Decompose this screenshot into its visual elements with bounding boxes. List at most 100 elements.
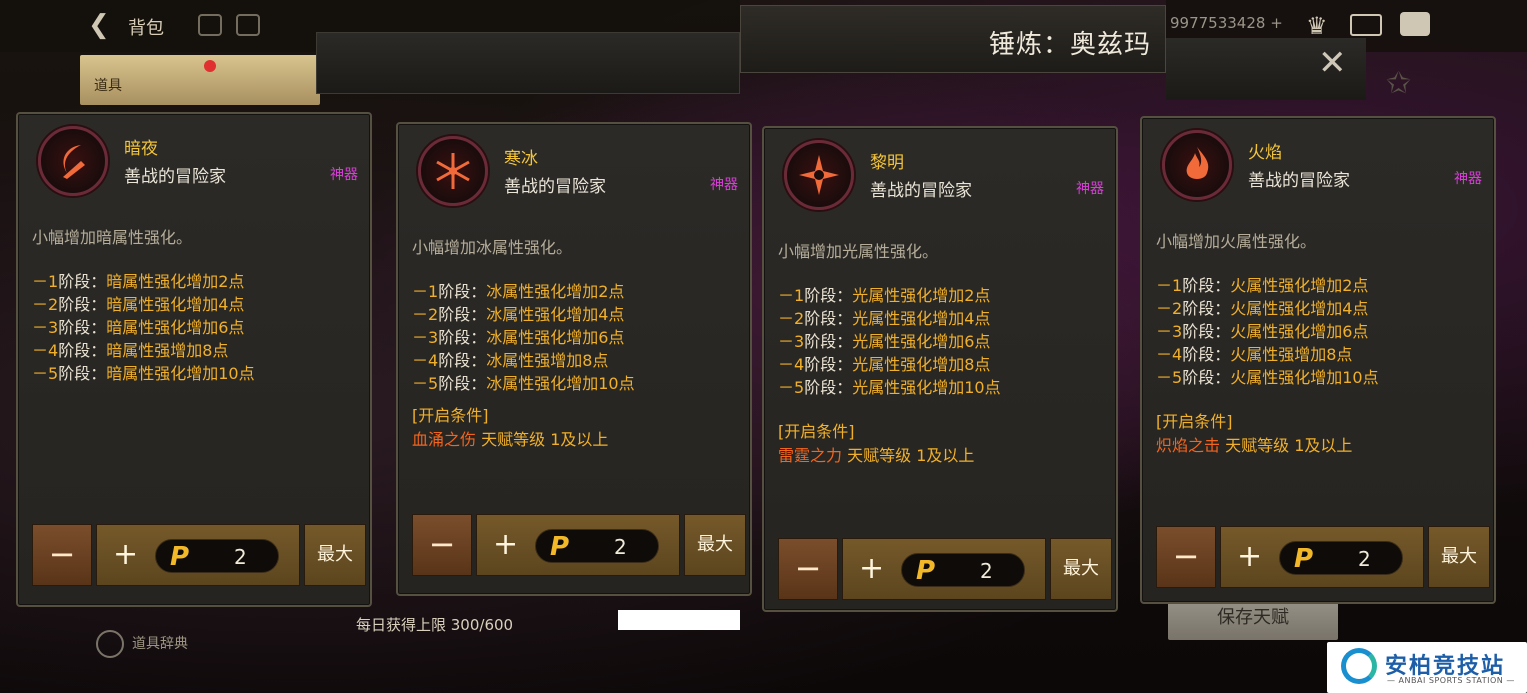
- stage-item: －4阶段：光属性强化增加8点: [778, 355, 991, 374]
- plus-label: +: [493, 527, 519, 562]
- close-icon[interactable]: ✕: [1318, 46, 1347, 80]
- minus-button[interactable]: −: [778, 538, 838, 600]
- plus-label: +: [859, 551, 885, 586]
- points-pill: P2: [155, 539, 279, 573]
- card-subtitle: 善战的冒险家: [504, 177, 606, 197]
- max-button[interactable]: 最大: [304, 524, 366, 586]
- minus-button[interactable]: −: [412, 514, 472, 576]
- card-description: 小幅增加火属性强化。: [1156, 232, 1317, 251]
- points-value: 2: [1358, 547, 1371, 571]
- card-subtitle: 善战的冒险家: [870, 181, 972, 201]
- card-name: 暗夜: [124, 139, 158, 159]
- dictionary-icon: [96, 630, 124, 658]
- plus-label: +: [113, 537, 139, 572]
- artifact-tag: 神器: [710, 177, 738, 193]
- stage-item: －3阶段：冰属性强化增加6点: [412, 328, 625, 347]
- mail-icon[interactable]: [1350, 14, 1382, 36]
- stage-item: －5阶段：冰属性强化增加10点: [412, 374, 635, 393]
- talent-card-light: 黎明 善战的冒险家 神器 小幅增加光属性强化。 －1阶段：光属性强化增加2点 －…: [762, 126, 1118, 612]
- point-controls: − + P2 最大: [412, 514, 748, 576]
- max-button[interactable]: 最大: [684, 514, 746, 576]
- watermark: 安柏竞技站 — ANBAI SPORTS STATION —: [1327, 642, 1527, 693]
- plus-label: +: [1237, 539, 1263, 574]
- card-name: 黎明: [870, 153, 904, 173]
- tab-items-label: 道具: [94, 78, 122, 94]
- card-subtitle: 善战的冒险家: [1248, 171, 1350, 191]
- stage-item: －2阶段：冰属性强化增加4点: [412, 305, 625, 324]
- stage-item: －1阶段：暗属性强化增加2点: [32, 272, 245, 291]
- stage-item: －1阶段：火属性强化增加2点: [1156, 276, 1369, 295]
- stage-item: －2阶段：光属性强化增加4点: [778, 309, 991, 328]
- points-pill: P2: [901, 553, 1025, 587]
- stage-item: －4阶段：暗属性强增加8点: [32, 341, 229, 360]
- p-icon: P: [916, 556, 936, 586]
- stage-item: －1阶段：光属性强化增加2点: [778, 286, 991, 305]
- talent-card-dark: 暗夜 善战的冒险家 神器 小幅增加暗属性强化。 －1阶段：暗属性强化增加2点 －…: [16, 112, 372, 607]
- card-description: 小幅增加暗属性强化。: [32, 228, 193, 247]
- plus-button[interactable]: + P2: [1220, 526, 1424, 588]
- dark-element-icon: [38, 126, 108, 196]
- talent-card-ice: 寒冰 善战的冒险家 神器 小幅增加冰属性强化。 －1阶段：冰属性强化增加2点 －…: [396, 122, 752, 596]
- tab-items[interactable]: 道具: [80, 55, 320, 105]
- book-icon[interactable]: [236, 14, 260, 36]
- condition-text: 雷霆之力 天赋等级 1及以上: [778, 446, 975, 465]
- daily-limit-text: 每日获得上限 300/600: [356, 616, 514, 634]
- stage-list: －1阶段：火属性强化增加2点 －2阶段：火属性强化增加4点 －3阶段：火属性强化…: [1156, 274, 1379, 389]
- condition-text: 血涌之伤 天赋等级 1及以上: [412, 430, 609, 449]
- stage-item: －5阶段：光属性强化增加10点: [778, 378, 1001, 397]
- notification-dot: [204, 60, 216, 72]
- light-element-icon: [784, 140, 854, 210]
- card-description: 小幅增加冰属性强化。: [412, 238, 573, 257]
- plus-button[interactable]: + P2: [476, 514, 680, 576]
- stage-item: －4阶段：冰属性强增加8点: [412, 351, 609, 370]
- fire-element-icon: [1162, 130, 1232, 200]
- stage-item: －5阶段：火属性强化增加10点: [1156, 368, 1379, 387]
- player-id: 9977533428 +: [1170, 14, 1283, 32]
- forge-header: 锤炼：奥兹玛: [740, 5, 1166, 73]
- card-subtitle: 善战的冒险家: [124, 167, 226, 187]
- max-button[interactable]: 最大: [1428, 526, 1490, 588]
- wing-icon[interactable]: [198, 14, 222, 36]
- point-controls: − + P2 最大: [32, 524, 368, 586]
- crown-icon[interactable]: ♛: [1306, 12, 1328, 40]
- condition-title: [开启条件]: [1156, 412, 1233, 431]
- points-pill: P2: [1279, 541, 1403, 575]
- card-name: 火焰: [1248, 143, 1282, 163]
- star-icon[interactable]: ✩: [1386, 66, 1411, 101]
- points-value: 2: [980, 559, 993, 583]
- point-controls: − + P2 最大: [778, 538, 1114, 600]
- stage-item: －3阶段：光属性强化增加6点: [778, 332, 991, 351]
- stage-item: －4阶段：火属性强增加8点: [1156, 345, 1353, 364]
- points-value: 2: [234, 545, 247, 569]
- minus-button[interactable]: −: [32, 524, 92, 586]
- watermark-logo-icon: [1341, 648, 1377, 684]
- condition-text: 炽焰之击 天赋等级 1及以上: [1156, 436, 1353, 455]
- p-icon: P: [170, 542, 190, 572]
- watermark-subtitle: — ANBAI SPORTS STATION —: [1387, 676, 1515, 685]
- page-title: 锤炼：奥兹玛: [988, 30, 1151, 60]
- stage-item: －3阶段：火属性强化增加6点: [1156, 322, 1369, 341]
- item-dictionary-button[interactable]: 道具辞典: [96, 630, 188, 658]
- artifact-tag: 神器: [1076, 181, 1104, 197]
- point-controls: − + P2 最大: [1156, 526, 1492, 588]
- p-icon: P: [1294, 544, 1314, 574]
- bag-title: 背包: [128, 18, 164, 39]
- artifact-tag: 神器: [330, 167, 358, 183]
- chat-icon[interactable]: [1400, 12, 1430, 36]
- card-name: 寒冰: [504, 149, 538, 169]
- stage-list: －1阶段：暗属性强化增加2点 －2阶段：暗属性强化增加4点 －3阶段：暗属性强化…: [32, 270, 255, 385]
- max-button[interactable]: 最大: [1050, 538, 1112, 600]
- plus-button[interactable]: + P2: [842, 538, 1046, 600]
- stage-item: －5阶段：暗属性强化增加10点: [32, 364, 255, 383]
- card-description: 小幅增加光属性强化。: [778, 242, 939, 261]
- stage-list: －1阶段：冰属性强化增加2点 －2阶段：冰属性强化增加4点 －3阶段：冰属性强化…: [412, 280, 635, 395]
- points-pill: P2: [535, 529, 659, 563]
- plus-button[interactable]: + P2: [96, 524, 300, 586]
- artifact-tag: 神器: [1454, 171, 1482, 187]
- stage-item: －3阶段：暗属性强化增加6点: [32, 318, 245, 337]
- modal-header-left: [316, 32, 740, 94]
- condition-title: [开启条件]: [778, 422, 855, 441]
- ice-element-icon: [418, 136, 488, 206]
- minus-button[interactable]: −: [1156, 526, 1216, 588]
- back-arrow-icon[interactable]: ❮: [88, 10, 110, 40]
